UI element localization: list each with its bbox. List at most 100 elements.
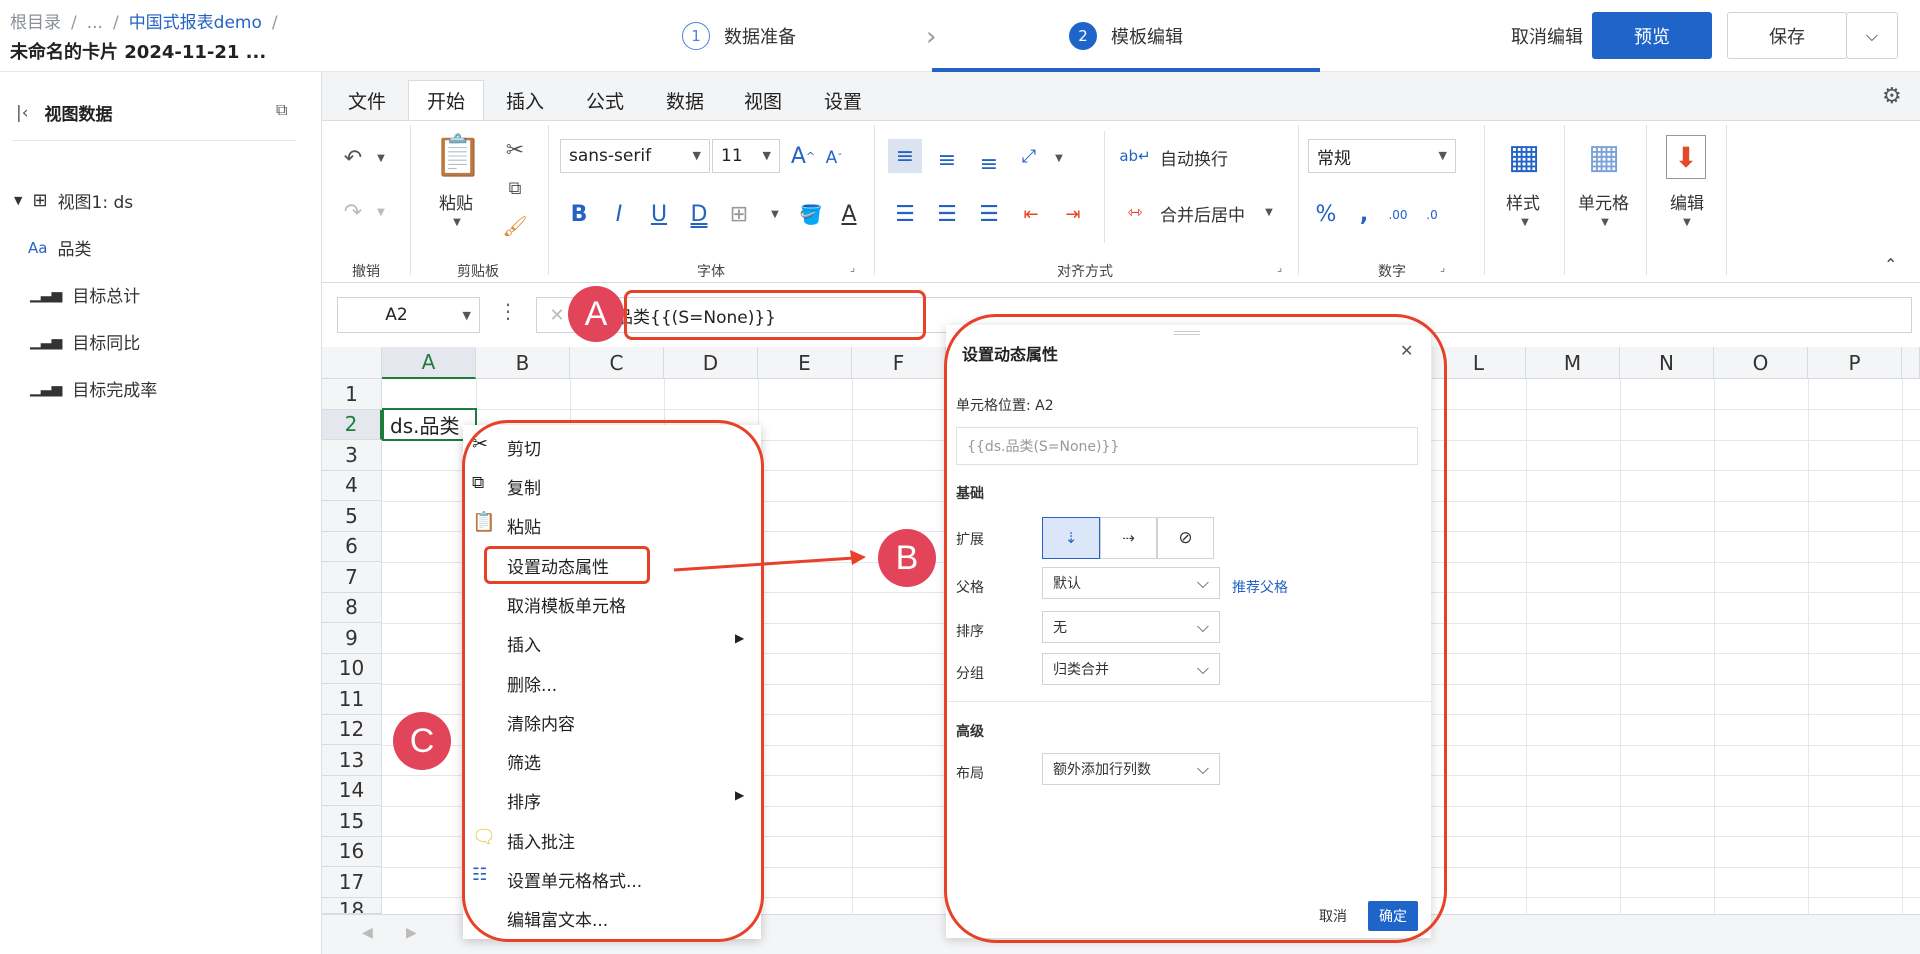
paste-dropdown-icon[interactable]: ▼ [450,215,464,229]
column-header[interactable]: N [1620,347,1714,379]
comma-style-icon[interactable]: , [1352,199,1376,229]
select-all-corner[interactable] [322,347,382,379]
orientation-dropdown-icon[interactable]: ▼ [1052,151,1066,165]
row-header[interactable]: 16 [322,836,382,867]
breadcrumb-root[interactable]: 根目录 [10,13,61,33]
menu-item-clear-content[interactable]: 清除内容 [507,710,575,735]
cell-dropdown-icon[interactable]: ▼ [1598,215,1612,229]
number-format-select[interactable]: 常规 ▼ [1308,139,1456,173]
save-dropdown-chevron-icon[interactable]: ⌵ [1846,12,1898,59]
tab-file[interactable]: 文件 [332,80,402,120]
row-header[interactable]: 4 [322,470,382,501]
column-header[interactable]: D [664,347,758,379]
redo-icon[interactable]: ↷ [338,197,368,227]
row-header[interactable]: 9 [322,623,382,654]
step-template-edit[interactable]: 2 模板编辑 [1069,22,1183,50]
settings-gear-icon[interactable]: ⚙ [1882,84,1902,109]
row-header[interactable]: 3 [322,440,382,471]
column-header[interactable]: C [570,347,664,379]
tab-insert[interactable]: 插入 [490,80,560,120]
font-color-icon[interactable]: A [834,199,864,229]
align-top-icon[interactable]: ≡ [888,139,922,173]
group-select[interactable]: 归类合并 ⌵ [1042,653,1220,685]
menu-item-cancel-template-cell[interactable]: 取消模板单元格 [507,592,626,617]
column-header[interactable]: E [758,347,852,379]
paste-button[interactable]: 粘贴 [439,189,473,214]
underline-icon[interactable]: U [646,199,672,229]
prev-sheet-icon[interactable]: ◀ [362,925,373,941]
italic-icon[interactable]: I [606,199,632,229]
paste-icon[interactable]: 📋 [433,129,483,181]
dialog-launcher-icon[interactable]: ⌟ [850,261,855,274]
menu-item-delete[interactable]: 删除... [507,671,557,696]
column-header[interactable]: B [476,347,570,379]
save-button[interactable]: 保存 [1727,12,1847,59]
row-header[interactable]: 1 [322,379,382,410]
bold-icon[interactable]: B [566,199,592,229]
align-middle-icon[interactable]: ≡ [930,143,964,177]
menu-item-cut[interactable]: 剪切 [507,435,541,460]
sidebar-item-view1[interactable]: ▼ ⊞ 视图1: ds [14,188,133,213]
expand-caret-icon[interactable]: ▼ [14,194,22,207]
copy-icon[interactable]: ⧉ [276,100,287,120]
row-header[interactable]: 10 [322,653,382,684]
tab-data[interactable]: 数据 [650,80,720,120]
name-box[interactable]: A2 ▼ [337,297,480,333]
menu-item-format-cells[interactable]: 设置单元格格式... [507,867,642,892]
font-family-select[interactable]: sans-serif ▼ [560,139,710,173]
menu-item-sort[interactable]: 排序 [507,788,541,813]
border-icon[interactable]: ⊞ [724,199,754,229]
menu-item-insert-comment[interactable]: 插入批注 [507,828,575,853]
more-options-icon[interactable]: ⋮ [498,299,518,323]
breadcrumb-ellipsis[interactable]: ... [87,13,103,33]
dialog-launcher-icon[interactable]: ⌟ [1440,261,1445,274]
menu-item-filter[interactable]: 筛选 [507,749,541,774]
undo-icon[interactable]: ↶ [338,143,368,173]
expression-field[interactable]: {{ds.品类(S=None)}} [956,427,1418,465]
redo-dropdown-icon[interactable]: ▼ [374,205,388,219]
row-header[interactable]: 13 [322,745,382,776]
increase-font-icon[interactable]: A ^ [790,139,816,173]
increase-decimal-icon[interactable]: .00 [1384,201,1412,229]
menu-item-paste[interactable]: 粘贴 [507,513,541,538]
sidebar-item-field[interactable]: ▁▃▅ 目标总计 [30,282,140,308]
tab-home[interactable]: 开始 [408,80,484,120]
expand-horizontal-icon[interactable]: ⇢ [1100,517,1157,559]
cut-icon[interactable]: ✂ [500,135,530,165]
menu-item-insert[interactable]: 插入 [507,631,541,656]
sidebar-item-field[interactable]: ▁▃▅ 目标完成率 [30,376,157,402]
next-sheet-icon[interactable]: ▶ [406,925,417,941]
sort-select[interactable]: 无 ⌵ [1042,611,1220,643]
edit-dropdown-icon[interactable]: ▼ [1680,215,1694,229]
collapse-sidebar-icon[interactable]: |‹ [16,103,29,123]
decrease-indent-icon[interactable]: ⇤ [1014,197,1048,231]
recommend-parent-link[interactable]: 推荐父格 [1232,577,1288,597]
align-center-icon[interactable]: ☰ [930,197,964,231]
fill-color-icon[interactable]: 🪣 [796,199,826,229]
row-header[interactable]: 5 [322,501,382,532]
sidebar-item-field[interactable]: Aa 品类 [28,235,91,261]
menu-item-copy[interactable]: 复制 [507,474,541,499]
drag-handle[interactable] [1174,331,1200,335]
menu-item-set-dynamic-property[interactable]: 设置动态属性 [507,553,609,578]
collapse-ribbon-chevron-icon[interactable]: ⌃ [1884,255,1897,274]
row-header[interactable]: 8 [322,592,382,623]
cancel-button[interactable]: 取消 [1308,901,1358,931]
edit-download-icon[interactable]: ⬇ [1666,135,1706,179]
edit-button[interactable]: 编辑 [1670,189,1704,214]
row-header[interactable]: 7 [322,562,382,593]
preview-button[interactable]: 预览 [1592,12,1712,59]
row-header[interactable]: 11 [322,684,382,715]
dialog-launcher-icon[interactable]: ⌟ [1277,261,1282,274]
ok-button[interactable]: 确定 [1368,901,1418,931]
row-header[interactable]: 6 [322,531,382,562]
row-header[interactable]: 2 [322,409,382,440]
align-bottom-icon[interactable]: ≡ [972,147,1006,181]
row-header[interactable]: 18 [322,897,382,914]
merge-dropdown-icon[interactable]: ▼ [1262,205,1276,219]
column-header[interactable]: P [1808,347,1902,379]
expand-vertical-icon[interactable]: ⇣ [1042,517,1100,559]
double-underline-icon[interactable]: D [686,199,712,229]
row-header[interactable]: 15 [322,806,382,837]
layout-select[interactable]: 额外添加行列数 ⌵ [1042,753,1220,785]
